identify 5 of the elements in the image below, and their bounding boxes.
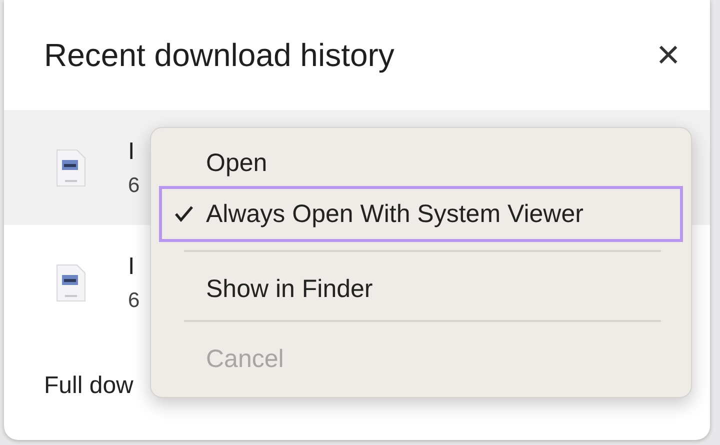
file-name: I [128, 138, 136, 166]
file-detail: 6 [128, 288, 140, 312]
file-detail: 6 [128, 174, 140, 198]
file-name: I [128, 252, 136, 280]
dialog-title: Recent download history [44, 36, 394, 74]
